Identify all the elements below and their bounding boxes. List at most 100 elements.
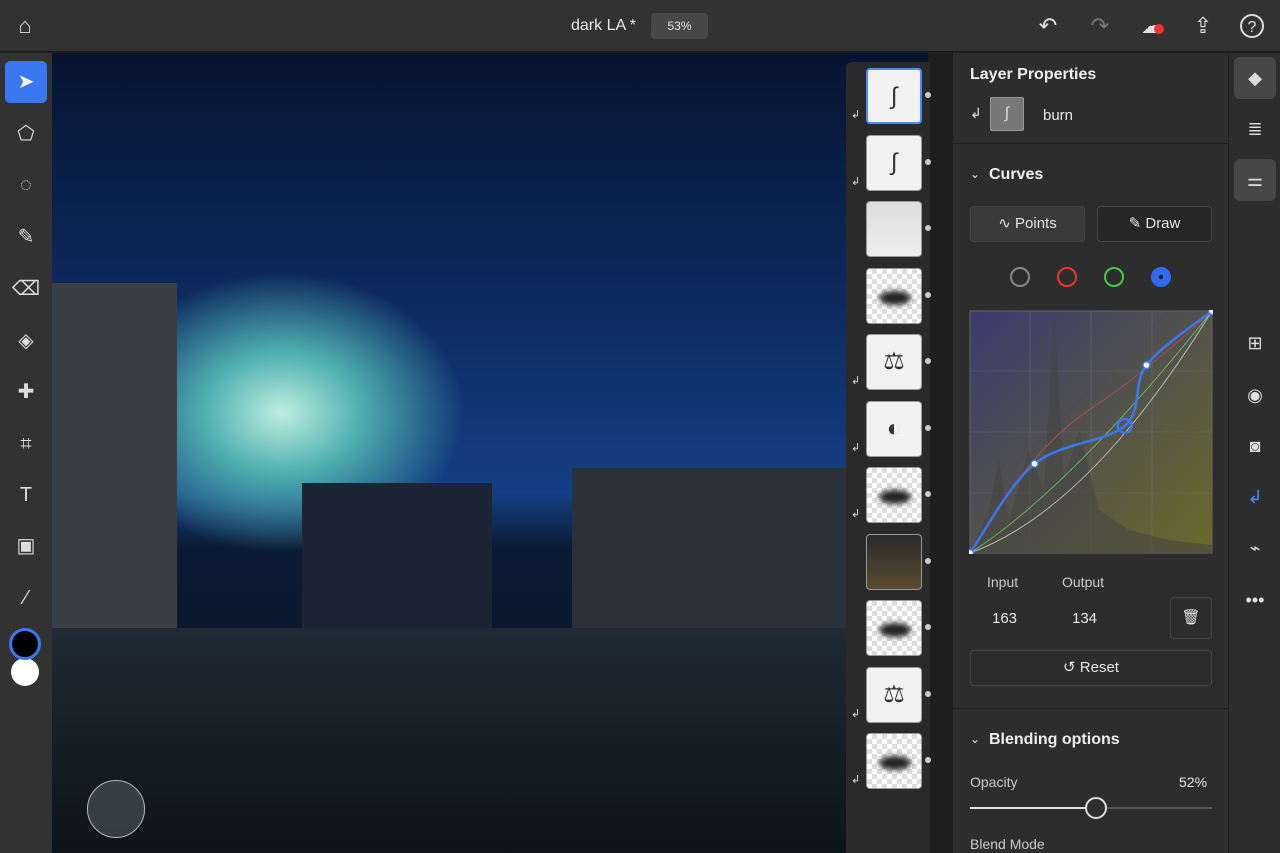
clip-indicator-icon: ↲ [851,441,861,454]
channel-green-radio[interactable] [1104,267,1124,287]
clip-indicator-icon: ↲ [851,774,861,786]
layer-thumbnail[interactable] [866,533,922,590]
channel-red-radio[interactable] [1057,267,1077,287]
curve-point[interactable] [1207,310,1214,316]
curve-point[interactable] [1030,459,1039,469]
adjustments-icon[interactable]: ⚌ [1234,159,1276,201]
clipping-mask-icon[interactable]: ↲ [1234,476,1276,518]
layer-properties-panel: Layer Properties ↲ ∫ burn ⌄ Curves ∿ Poi… [952,53,1229,853]
layer-thumbnail[interactable] [866,600,922,656]
building-left [52,283,177,653]
points-label: Points [1015,215,1057,232]
transform-tool-icon[interactable]: ⬠ [5,113,47,155]
opacity-value: 52% [1179,774,1208,790]
zoom-level[interactable]: 53% [651,13,708,39]
curves-chevron-icon[interactable]: ⌄ [970,167,980,181]
draw-label: Draw [1145,215,1181,232]
redo-icon[interactable]: ↷ [1086,12,1114,40]
reset-icon: ↺ [1063,659,1080,676]
fill-tool-icon[interactable]: ◈ [5,320,47,362]
layer-options-dot[interactable] [925,424,931,431]
opacity-label: Opacity [970,774,1018,790]
type-tool-icon[interactable]: T [5,474,47,516]
layer-options-dot[interactable] [925,291,931,298]
share-icon[interactable]: ⇪ [1189,12,1217,40]
curves-graph[interactable] [969,310,1213,554]
channel-blue-radio[interactable] [1151,267,1171,287]
clip-indicator-icon: ↲ [851,109,861,121]
layer-options-dot[interactable] [925,225,931,231]
layer-thumbnail[interactable] [866,201,922,257]
curve-point[interactable] [969,548,975,555]
curves-layer-icon: ∫ [990,97,1024,131]
cloud-sync-error-icon[interactable]: ☁ [1138,12,1166,40]
eraser-tool-icon[interactable]: ⌫ [5,268,47,310]
healing-tool-icon[interactable]: ✚ [5,371,47,413]
layer-options-dot[interactable] [925,757,931,763]
layer-options-dot[interactable] [925,557,931,564]
clip-indicator-icon: ↲ [851,707,861,720]
help-icon[interactable]: ? [1240,14,1264,38]
layer-thumbnail[interactable]: ∫ [866,134,922,191]
output-value[interactable]: 134 [1072,610,1097,627]
layer-thumbnail[interactable]: ⚖ [866,334,922,390]
background-color-swatch[interactable] [11,658,39,686]
blending-section-title[interactable]: Blending options [989,731,1120,749]
layer-details-icon[interactable]: ≣ [1234,108,1276,150]
panel-title: Layer Properties [970,66,1097,83]
layer-thumbnail[interactable] [866,733,922,789]
clip-icon: ↲ [970,105,982,121]
layer-options-dot[interactable] [925,491,931,497]
mask-visibility-icon[interactable]: ◙ [1234,425,1276,467]
input-value[interactable]: 163 [992,610,1017,627]
layer-thumbnail[interactable] [866,267,922,324]
city-skyline [302,483,492,633]
reset-label: Reset [1079,659,1119,676]
visibility-eye-icon[interactable]: ◉ [1234,374,1276,416]
reset-button[interactable]: ↺ Reset [970,650,1212,686]
layers-icon[interactable]: ◆ [1234,57,1276,99]
input-label: Input [987,574,1019,590]
right-taskbar: ◆ ≣ ⚌ ⊞ ◉ ◙ ↲ ⌁ ••• [1228,53,1280,853]
layer-thumbnail[interactable]: ⚖ [866,666,922,723]
layer-options-dot[interactable] [925,690,931,697]
points-button[interactable]: ∿ Points [970,206,1085,242]
select-tool-icon[interactable]: ➤ [5,61,47,103]
more-options-icon[interactable]: ••• [1234,579,1276,621]
home-icon[interactable]: ⌂ [11,12,39,40]
crop-tool-icon[interactable]: ⌗ [5,423,47,465]
layer-options-dot[interactable] [925,158,931,165]
opacity-slider-handle[interactable] [1084,797,1107,819]
layer-options-dot[interactable] [925,92,931,98]
layer-options-dot[interactable] [925,624,931,630]
curves-section-title[interactable]: Curves [989,166,1043,184]
channel-rgb-radio[interactable] [1010,267,1030,287]
eyedropper-tool-icon[interactable]: ⁄ [5,577,47,619]
curve-point[interactable] [1142,360,1151,370]
document-title: dark LA * [571,17,636,34]
brush-tool-icon[interactable]: ✎ [5,216,47,258]
layer-name: burn [1043,107,1074,124]
street [52,628,928,853]
layer-options-dot[interactable] [925,358,931,364]
draw-button[interactable]: ✎ Draw [1097,206,1212,242]
foreground-color-swatch[interactable] [9,628,41,660]
left-toolbar: ➤ ⬠ ◌ ✎ ⌫ ◈ ✚ ⌗ T ▣ ⁄ [0,53,52,853]
top-bar: ⌂ dark LA * 53% ↶ ↷ ☁ ⇪ ? [0,0,1280,52]
place-image-icon[interactable]: ▣ [5,525,47,567]
lasso-tool-icon[interactable]: ◌ [5,164,47,206]
layer-thumbnail[interactable]: ◐ [866,400,922,457]
layer-thumbnail[interactable]: ∫ [866,68,922,124]
fx-icon[interactable]: ⌁ [1234,527,1276,569]
touch-shortcut[interactable] [87,780,145,838]
delete-point-button[interactable]: 🗑 [1170,597,1212,639]
layer-thumbnail[interactable] [866,467,922,523]
add-layer-icon[interactable]: ⊞ [1234,322,1276,364]
blending-chevron-icon[interactable]: ⌄ [970,732,980,746]
image-canvas[interactable] [52,53,928,853]
output-label: Output [1062,574,1105,590]
undo-icon[interactable]: ↶ [1034,12,1062,40]
opacity-slider[interactable] [970,797,1212,819]
trash-icon: 🗑 [1181,609,1201,626]
points-icon: ∿ [998,215,1016,232]
